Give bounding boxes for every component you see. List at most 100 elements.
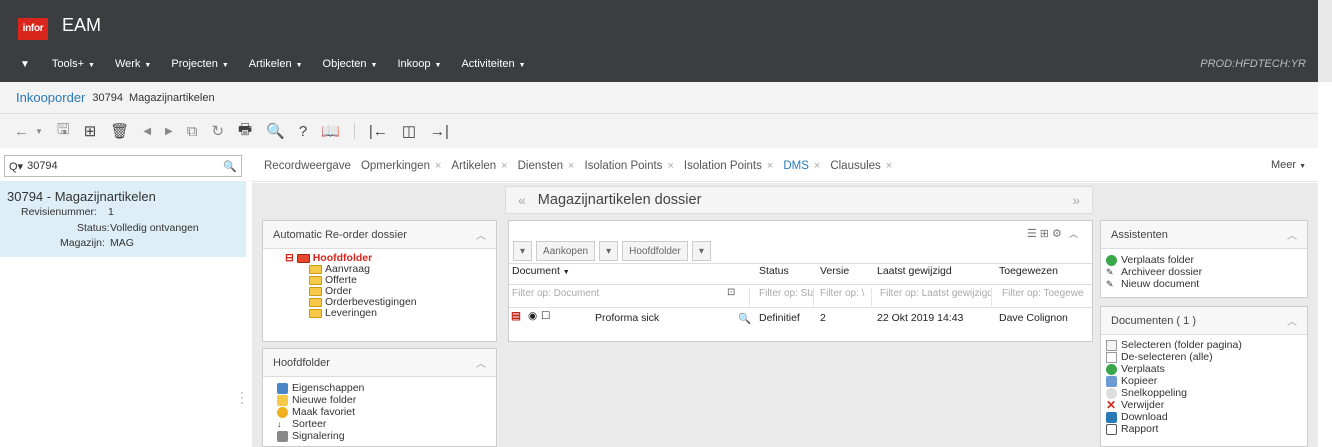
collapse-left-icon[interactable]: « (518, 192, 526, 208)
close-icon[interactable]: × (767, 160, 773, 172)
cell-toegewezen: Dave Colignon (999, 312, 1068, 324)
breadcrumb-caret-icon[interactable]: ▾ (599, 241, 619, 261)
previous-record-icon[interactable]: ◀ (143, 126, 151, 137)
hoofdfolder-panel-title: Hoofdfolder (273, 356, 330, 369)
action-nieuwe-folder[interactable]: Nieuwe folder (277, 394, 496, 406)
col-toegewezen[interactable]: Toegewezen (999, 265, 1058, 285)
dropdown-caret-icon[interactable]: ▼ (35, 127, 43, 136)
col-document[interactable]: Document ▼ (512, 265, 570, 285)
filter-gewijzigd[interactable]: Filter op: Laatst gewijzigd (880, 288, 992, 306)
chevron-up-icon[interactable]: ︿ (476, 355, 486, 370)
filter-versie[interactable]: Filter op: \ (820, 288, 872, 306)
filter-options-icon[interactable]: ⊡ (727, 287, 735, 298)
action-sorteer[interactable]: ↓ Sorteer (277, 418, 496, 430)
tree-item-offerte[interactable]: Offerte (285, 275, 496, 286)
doc-verwijder[interactable]: ✕ Verwijder (1106, 399, 1307, 412)
col-gewijzigd[interactable]: Laatst gewijzigd (877, 265, 952, 285)
list-view-icon[interactable]: ☰ (1027, 228, 1037, 240)
doc-snelkoppeling[interactable]: Snelkoppeling (1106, 387, 1307, 399)
cell-status: Definitief (759, 312, 800, 324)
chevron-up-icon[interactable]: ︿ (1069, 229, 1078, 239)
next-record-icon[interactable]: ▶ (165, 126, 173, 137)
tree-item-aanvraag[interactable]: Aanvraag (285, 264, 496, 275)
action-eigenschappen[interactable]: Eigenschappen (277, 382, 496, 394)
chevron-up-icon[interactable]: ︿ (1287, 313, 1297, 328)
nav-artikelen[interactable]: Artikelen ▼ (249, 58, 303, 70)
print-icon[interactable]: 🖶 (238, 119, 252, 144)
doc-selecteren[interactable]: Selecteren (folder pagina) (1106, 339, 1307, 351)
tab-opmerkingen[interactable]: Opmerkingen × (361, 160, 441, 172)
book-icon[interactable]: 📖 (321, 122, 340, 140)
nav-projecten[interactable]: Projecten ▼ (171, 58, 228, 70)
action-signalering[interactable]: Signalering (277, 430, 496, 442)
refresh-icon[interactable]: ↻ (211, 122, 224, 140)
doc-kopieer[interactable]: Kopieer (1106, 375, 1307, 387)
close-icon[interactable]: × (435, 160, 441, 172)
chevron-up-icon[interactable]: ︿ (476, 227, 486, 242)
col-status[interactable]: Status (759, 265, 789, 285)
filter-document[interactable]: Filter op: Document (512, 288, 750, 306)
nav-menu-caret-icon[interactable]: ▼ (20, 59, 30, 70)
tab-dms[interactable]: DMS × (783, 160, 820, 172)
col-versie[interactable]: Versie (820, 265, 849, 285)
breadcrumb-caret-icon[interactable]: ▾ (691, 241, 711, 261)
assist-nieuw-document[interactable]: ✎ Nieuw document (1106, 278, 1307, 290)
search-icon[interactable]: 🔍 (223, 160, 237, 173)
filter-toegewezen[interactable]: Filter op: Toegewe (1002, 288, 1090, 306)
close-icon[interactable]: × (501, 160, 507, 172)
nav-tools[interactable]: Tools+ ▼ (52, 58, 95, 70)
tab-clausules[interactable]: Clausules × (830, 160, 892, 172)
help-icon[interactable]: ? (299, 123, 307, 140)
back-icon[interactable]: ← (14, 123, 29, 140)
doc-rapport[interactable]: Rapport (1106, 423, 1307, 435)
tree-item-leveringen[interactable]: Leveringen (285, 308, 496, 319)
settings-gear-icon[interactable]: ⚙ (1052, 228, 1062, 240)
collapse-right-icon[interactable]: » (1072, 192, 1080, 208)
save-icon[interactable]: 🖫 (57, 119, 70, 144)
tab-recordweergave[interactable]: Recordweergave (264, 160, 351, 172)
search-filter-icon[interactable]: Q▾ (9, 160, 23, 173)
panel-splitter-handle[interactable]: · · · (240, 386, 250, 408)
cell-document[interactable]: Proforma sick (595, 312, 659, 324)
first-icon[interactable]: |← (369, 123, 388, 140)
delete-icon[interactable]: 🗑 (110, 122, 129, 140)
nav-werk-label: Werk (114, 58, 141, 70)
record-search[interactable]: Q▾ 30794 🔍 (4, 155, 242, 177)
close-icon[interactable]: × (568, 160, 574, 172)
assist-archiveer-dossier[interactable]: ✎ Archiveer dossier (1106, 266, 1307, 278)
meer-menu[interactable]: Meer ▼ (1271, 159, 1306, 171)
tree-item-orderbevestigingen[interactable]: Orderbevestigingen (285, 297, 496, 308)
last-icon[interactable]: →| (430, 123, 449, 140)
split-view-icon[interactable]: ◫ (402, 122, 416, 140)
new-record-icon[interactable]: ⊞ (84, 122, 97, 140)
tab-diensten[interactable]: Diensten × (518, 160, 575, 172)
row-checkbox[interactable]: ☐ (541, 310, 550, 322)
breadcrumb-aankopen[interactable]: Aankopen (536, 241, 596, 261)
doc-verplaats[interactable]: Verplaats (1106, 363, 1307, 375)
filter-status[interactable]: Filter op: Sta (759, 288, 814, 306)
close-icon[interactable]: × (814, 160, 820, 172)
nav-werk[interactable]: Werk ▼ (115, 58, 151, 70)
nav-objecten[interactable]: Objecten ▼ (323, 58, 378, 70)
copy-icon[interactable]: ⧉ (187, 123, 198, 140)
search-icon[interactable]: 🔍 (738, 312, 751, 325)
nav-inkoop[interactable]: Inkoop ▼ (397, 58, 441, 70)
tab-artikelen[interactable]: Artikelen × (451, 160, 507, 172)
search-input[interactable]: 30794 (27, 160, 223, 172)
grid-view-icon[interactable]: ⊞ (1040, 228, 1049, 240)
tab-isolation-points-1[interactable]: Isolation Points × (584, 160, 673, 172)
breadcrumb-caret-icon[interactable]: ▾ (513, 241, 533, 261)
assist-verplaats-folder[interactable]: Verplaats folder (1106, 254, 1307, 266)
doc-download[interactable]: Download (1106, 411, 1307, 423)
preview-icon[interactable]: 🔍 (266, 122, 285, 140)
chevron-up-icon[interactable]: ︿ (1287, 227, 1297, 242)
tree-root[interactable]: ⊟ Hoofdfolder (285, 253, 496, 264)
action-maak-favoriet[interactable]: Maak favoriet (277, 406, 496, 418)
tab-isolation-points-2[interactable]: Isolation Points × (684, 160, 773, 172)
breadcrumb-hoofdfolder[interactable]: Hoofdfolder (622, 241, 688, 261)
nav-activiteiten[interactable]: Activiteiten ▼ (461, 58, 525, 70)
close-icon[interactable]: × (886, 160, 892, 172)
doc-deselecteren[interactable]: De-selecteren (alle) (1106, 351, 1307, 363)
nav-projecten-label: Projecten (171, 58, 218, 70)
close-icon[interactable]: × (667, 160, 673, 172)
